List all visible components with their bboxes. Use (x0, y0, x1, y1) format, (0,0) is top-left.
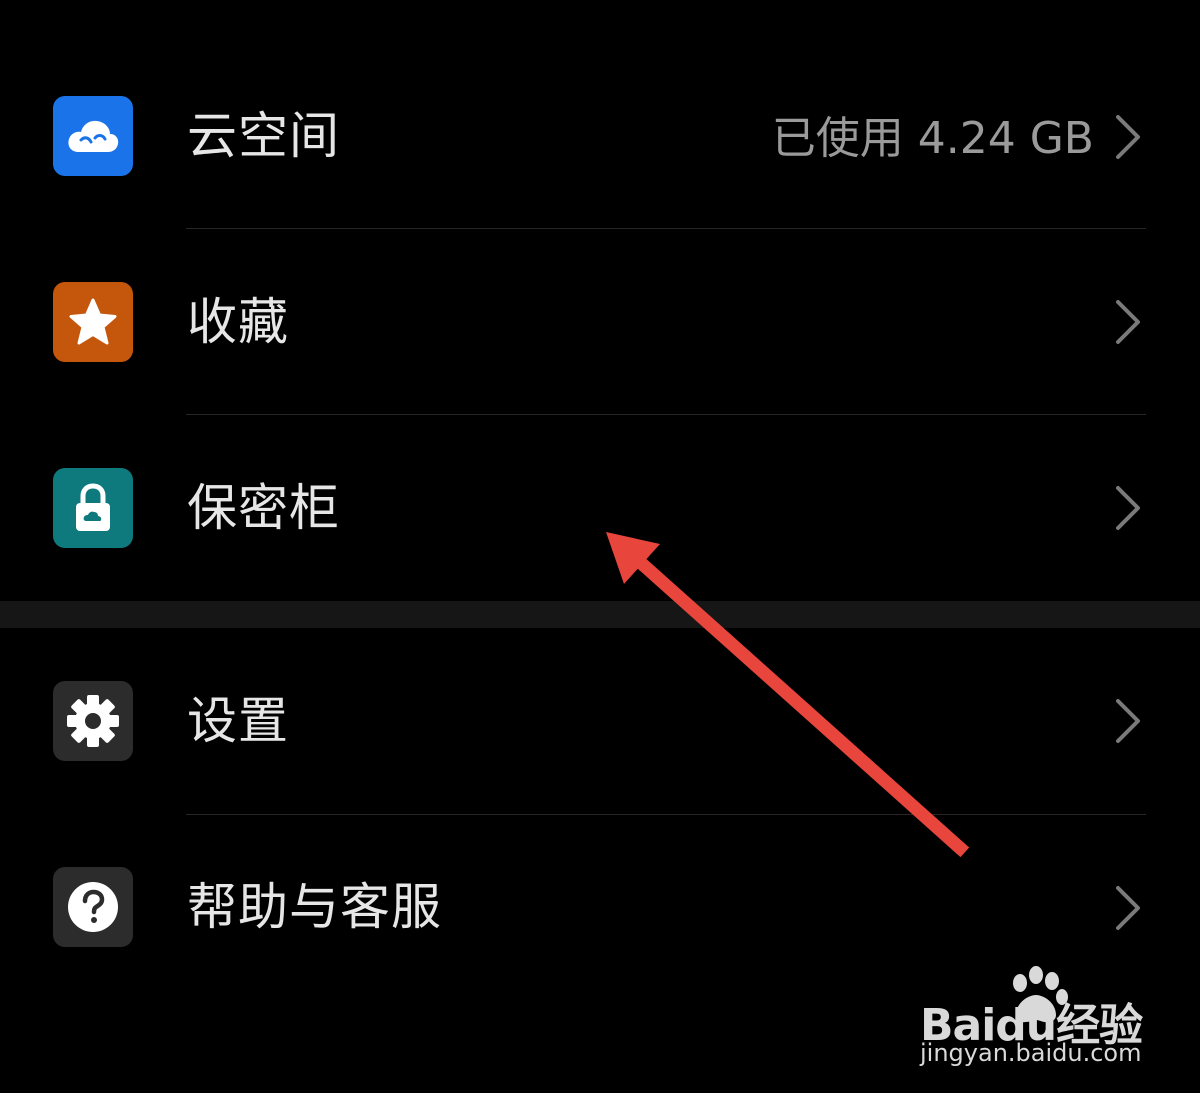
section-separator (0, 601, 1200, 628)
menu-item-label: 收藏 (187, 293, 289, 351)
chevron-right-icon (1116, 886, 1140, 930)
watermark-domain: jingyan.baidu.com (920, 1039, 1142, 1067)
chevron-right-icon (1116, 486, 1140, 530)
chevron-right-icon (1116, 699, 1140, 743)
gear-icon (53, 681, 133, 761)
menu-item-settings[interactable]: 设置 (0, 628, 1200, 814)
chevron-right-icon (1116, 300, 1140, 344)
cloud-icon (53, 96, 133, 176)
menu-item-label: 保密柜 (187, 479, 340, 537)
lock-icon (53, 468, 133, 548)
storage-usage-value: 已使用 4.24 GB (771, 113, 1094, 164)
chevron-right-icon (1116, 115, 1140, 159)
menu-item-label: 设置 (187, 692, 289, 750)
menu-item-label: 帮助与客服 (187, 878, 442, 936)
menu-item-label: 云空间 (187, 107, 340, 165)
star-icon (53, 282, 133, 362)
watermark: Baidu经验 jingyan.baidu.com (918, 963, 1148, 1073)
help-icon (53, 867, 133, 947)
menu-item-favorites[interactable]: 收藏 (0, 228, 1200, 414)
menu-item-cloud-space[interactable]: 云空间 已使用 4.24 GB (0, 43, 1200, 229)
menu-item-vault[interactable]: 保密柜 (0, 414, 1200, 600)
